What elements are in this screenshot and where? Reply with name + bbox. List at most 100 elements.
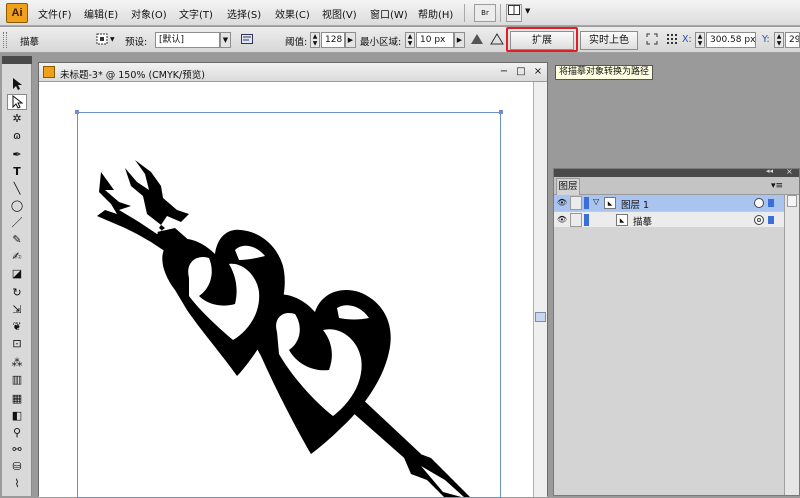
symbol-sprayer-tool-icon[interactable]: ⁂: [7, 355, 27, 371]
min-area-input[interactable]: 10 px: [416, 32, 454, 48]
menu-help[interactable]: 帮助(H): [418, 6, 453, 21]
selection-indicator[interactable]: [768, 216, 774, 224]
tools-panel-grip[interactable]: [2, 56, 32, 64]
vector-preview-icon[interactable]: [490, 33, 504, 47]
mesh-tool-icon[interactable]: ▦: [7, 391, 27, 407]
menu-edit[interactable]: 编辑(E): [84, 6, 118, 21]
threshold-stepper[interactable]: ▲ ▼: [310, 32, 320, 48]
bridge-button[interactable]: Br: [474, 4, 496, 22]
traced-artwork[interactable]: [39, 82, 533, 497]
document-title: 未标题-3* @ 150% (CMYK/预览): [60, 70, 205, 81]
document-titlebar[interactable]: 未标题-3* @ 150% (CMYK/预览) − □ ×: [39, 63, 547, 82]
menu-bar: Ai 文件(F) 编辑(E) 对象(O) 文字(T) 选择(S) 效果(C) 视…: [0, 0, 800, 26]
layer-row[interactable]: 👁 ◣ 描摹: [554, 211, 784, 228]
menu-file[interactable]: 文件(F): [38, 6, 72, 21]
visibility-eye-icon[interactable]: 👁: [556, 197, 568, 209]
target-icon[interactable]: [754, 198, 764, 208]
x-stepper[interactable]: ▲ ▼: [695, 32, 705, 48]
menu-select[interactable]: 选择(S): [227, 6, 261, 21]
live-paint-bucket-tool-icon[interactable]: ⛁: [7, 459, 27, 475]
preset-dropdown-arrow[interactable]: ▼: [220, 32, 231, 48]
menu-window[interactable]: 窗口(W): [370, 6, 408, 21]
layers-panel: ◂◂ × 图层 ▾≡ 👁 ▽ ◣ 图层 1 👁 ◣ 描摹: [553, 167, 800, 496]
raster-preview-icon[interactable]: [470, 33, 484, 47]
blob-brush-tool-icon[interactable]: ✍: [7, 249, 27, 265]
menu-type[interactable]: 文字(T): [179, 6, 213, 21]
preset-label: 预设:: [125, 37, 148, 48]
magic-wand-tool-icon[interactable]: ✲: [7, 111, 27, 127]
target-icon[interactable]: [754, 215, 764, 225]
grip-handle[interactable]: [3, 32, 7, 48]
tracing-options-icon[interactable]: [95, 33, 109, 47]
blend-tool-icon[interactable]: ⚯: [7, 442, 27, 458]
tools-panel: ✲ ɷ ✒ T ╲ ◯ ／ ✎ ✍ ◪ ↻ ⇲ ❦ ⊡ ⁂ ▥ ▦ ◧ ⚲ ⚯ …: [2, 56, 32, 496]
chevron-down-icon[interactable]: ▼: [525, 7, 530, 15]
gradient-tool-icon[interactable]: ◧: [7, 408, 27, 424]
vertical-scrollbar[interactable]: [533, 82, 547, 497]
lock-toggle[interactable]: [570, 196, 582, 210]
selection-indicator[interactable]: [768, 199, 774, 207]
x-label: X:: [682, 34, 692, 45]
threshold-input[interactable]: 128: [321, 32, 345, 48]
tab-layers[interactable]: 图层: [556, 178, 580, 195]
x-input[interactable]: 300.58 px: [706, 32, 756, 48]
slice-tool-icon[interactable]: ⌇: [7, 476, 27, 492]
column-graph-tool-icon[interactable]: ▥: [7, 372, 27, 388]
y-stepper[interactable]: ▲ ▼: [774, 32, 784, 48]
line-tool-icon[interactable]: ╲: [7, 181, 27, 197]
direct-selection-tool-icon[interactable]: [7, 94, 27, 110]
highlight-box: [506, 27, 578, 52]
object-name[interactable]: 描摹: [633, 214, 652, 228]
close-icon[interactable]: ×: [786, 167, 793, 176]
chevron-down-icon[interactable]: ▼: [110, 36, 115, 43]
type-tool-icon[interactable]: T: [7, 164, 27, 180]
canvas[interactable]: [39, 82, 533, 498]
app-logo: Ai: [6, 3, 28, 23]
layer-name[interactable]: 图层 1: [621, 197, 649, 211]
layer-color-swatch: [584, 214, 589, 226]
eraser-tool-icon[interactable]: ◪: [7, 266, 27, 282]
scale-tool-icon[interactable]: ⇲: [7, 302, 27, 318]
pencil-tool-icon[interactable]: ✎: [7, 232, 27, 248]
expand-triangle-icon[interactable]: ▽: [593, 197, 599, 206]
warp-tool-icon[interactable]: ❦: [7, 319, 27, 335]
document-icon: [43, 66, 55, 78]
pen-tool-icon[interactable]: ✒: [7, 147, 27, 163]
free-transform-tool-icon[interactable]: ⊡: [7, 336, 27, 352]
paintbrush-tool-icon[interactable]: ／: [7, 215, 27, 231]
tracing-presets-icon[interactable]: [240, 33, 254, 47]
live-paint-button[interactable]: 实时上色: [580, 31, 638, 50]
threshold-slider-arrow[interactable]: ▶: [345, 32, 356, 48]
lock-toggle[interactable]: [570, 213, 582, 227]
eyedropper-tool-icon[interactable]: ⚲: [7, 425, 27, 441]
ellipse-tool-icon[interactable]: ◯: [7, 198, 27, 214]
min-area-stepper[interactable]: ▲ ▼: [405, 32, 415, 48]
scrollbar-thumb[interactable]: [787, 195, 797, 207]
transform-icon[interactable]: [645, 33, 659, 47]
arrange-documents-icon[interactable]: [506, 4, 522, 22]
y-input[interactable]: 298: [785, 32, 800, 48]
threshold-label: 阈值:: [285, 37, 308, 48]
layer-row[interactable]: 👁 ▽ ◣ 图层 1: [554, 195, 784, 211]
panel-menu-icon[interactable]: ▾≡: [770, 179, 784, 193]
rotate-tool-icon[interactable]: ↻: [7, 285, 27, 301]
menu-object[interactable]: 对象(O): [131, 6, 167, 21]
menu-view[interactable]: 视图(V): [322, 6, 357, 21]
selection-tool-icon[interactable]: [7, 77, 27, 93]
lasso-tool-icon[interactable]: ɷ: [7, 128, 27, 144]
object-type-label: 描摹: [20, 37, 40, 48]
visibility-eye-icon[interactable]: 👁: [556, 214, 568, 226]
scrollbar-thumb[interactable]: [535, 312, 546, 322]
menu-effect[interactable]: 效果(C): [275, 6, 310, 21]
collapse-icon[interactable]: ◂◂: [766, 167, 773, 175]
menu-separator: [500, 4, 501, 22]
layers-scrollbar[interactable]: [784, 195, 799, 495]
maximize-icon[interactable]: □: [514, 65, 528, 79]
minimize-icon[interactable]: −: [497, 65, 511, 79]
reference-point-icon[interactable]: [665, 33, 679, 47]
preset-select[interactable]: [默认]: [155, 32, 220, 48]
min-area-slider-arrow[interactable]: ▶: [454, 32, 465, 48]
object-thumbnail: ◣: [616, 214, 628, 226]
close-icon[interactable]: ×: [531, 65, 545, 79]
panel-header[interactable]: ◂◂ ×: [554, 167, 799, 177]
